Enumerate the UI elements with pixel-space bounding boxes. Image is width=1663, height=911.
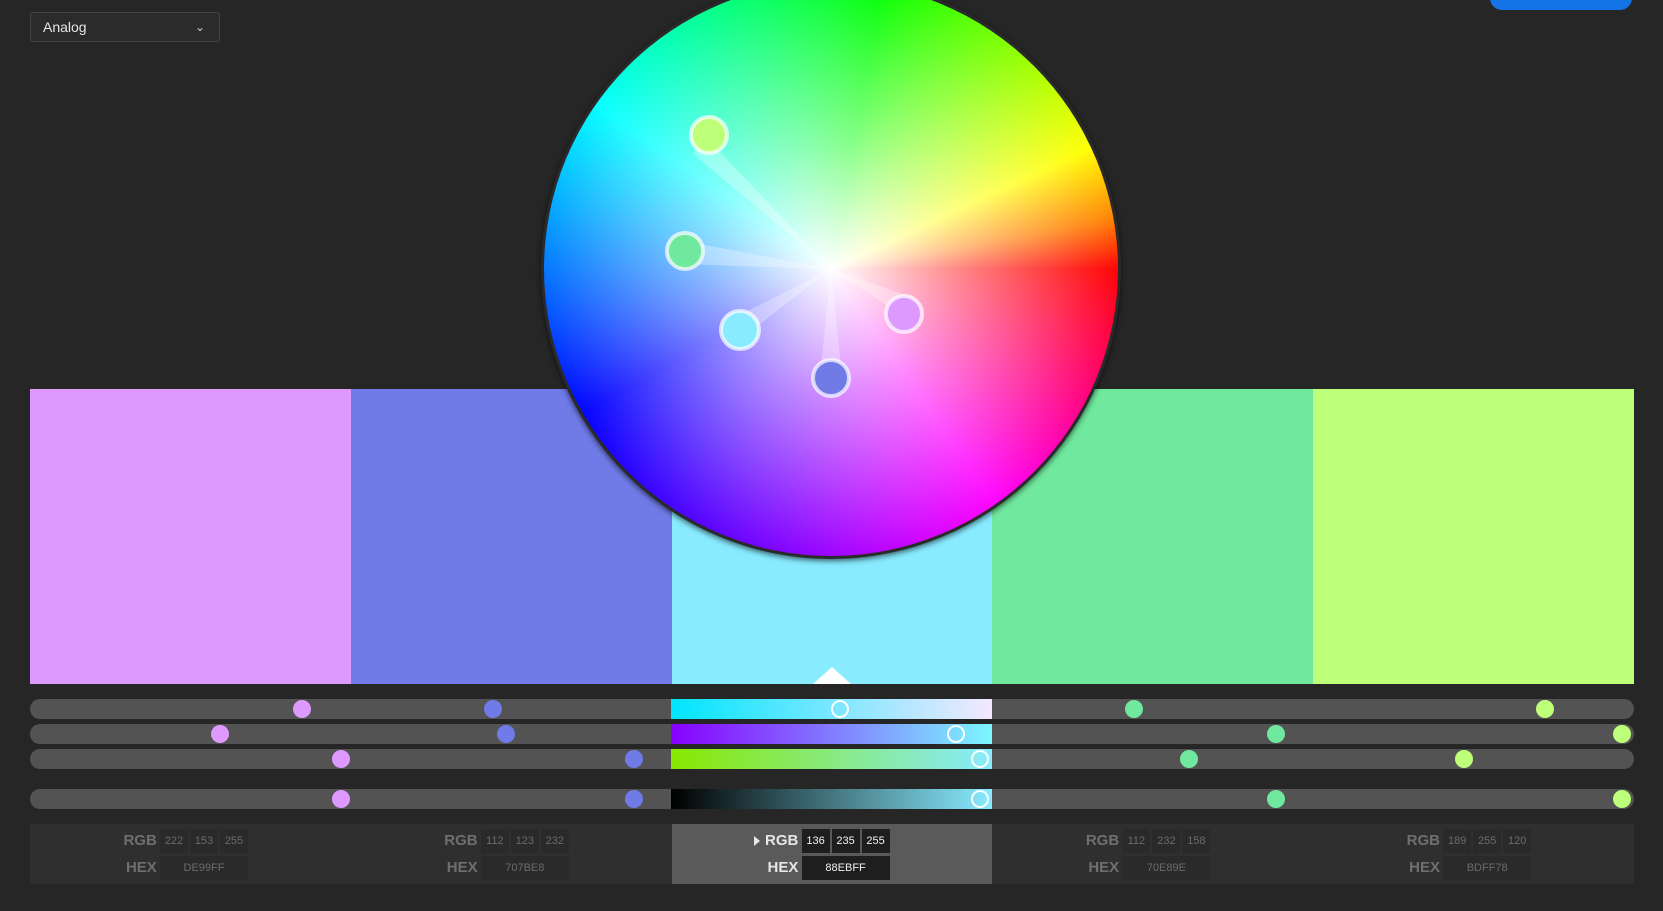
color-values-2: RGB 112 123 232 HEX 707BE8 — [351, 824, 672, 884]
slider-knob-1-5[interactable] — [1536, 700, 1554, 718]
rgb-label: RGB — [1085, 832, 1120, 849]
wheel-handle-1 — [689, 115, 729, 155]
r-field[interactable]: 136 — [801, 829, 830, 853]
wheel-handles — [665, 115, 924, 398]
b-field[interactable]: 232 — [540, 829, 569, 853]
play-triangle-icon[interactable] — [753, 836, 760, 846]
b-field[interactable]: 255 — [861, 829, 890, 853]
hex-field[interactable]: DE99FF — [160, 856, 248, 880]
wheel-handle-3 — [719, 309, 761, 351]
slider-knob-3-2[interactable] — [625, 750, 643, 768]
hex-label: HEX — [1409, 859, 1440, 876]
slider-knob-1-3[interactable] — [831, 700, 849, 718]
color-values-1: RGB 222 153 255 HEX DE99FF — [30, 824, 351, 884]
slider-knob-1-1[interactable] — [293, 700, 311, 718]
slider-knob-3-3[interactable] — [971, 750, 989, 768]
slider-knob-4-1[interactable] — [332, 790, 350, 808]
g-field[interactable]: 153 — [190, 829, 218, 853]
slider-knob-2-5[interactable] — [1613, 725, 1631, 743]
rgb-fields: 112 123 232 — [480, 829, 569, 853]
hex-label: HEX — [446, 859, 478, 876]
hex-field[interactable]: BDFF78 — [1443, 856, 1532, 880]
hex-field[interactable]: 707BE8 — [480, 856, 569, 880]
b-field[interactable]: 120 — [1503, 829, 1532, 853]
r-field[interactable]: 222 — [160, 829, 188, 853]
hex-label: HEX — [125, 859, 157, 876]
color-values-3: RGB 136 235 255 HEX 88EBFF — [671, 824, 993, 884]
active-slider-gradient-2 — [671, 724, 992, 744]
g-field[interactable]: 232 — [1152, 829, 1181, 853]
hex-field[interactable]: 70E89E — [1122, 856, 1211, 880]
slider-track-1[interactable] — [30, 699, 1634, 719]
rgb-fields: 189 255 120 — [1443, 829, 1532, 853]
rgb-label: RGB — [123, 832, 157, 849]
wheel-handle-5 — [884, 294, 924, 334]
slider-knob-3-4[interactable] — [1180, 750, 1198, 768]
wheel-handle-2 — [665, 231, 705, 271]
active-swatch-indicator — [812, 667, 851, 684]
rgb-label: RGB — [1406, 832, 1440, 849]
hex-label: HEX — [767, 859, 799, 876]
slider-track-2[interactable] — [30, 724, 1634, 744]
slider-track-brightness[interactable] — [30, 789, 1634, 809]
active-slider-gradient-brightness — [671, 789, 992, 809]
slider-knob-2-2[interactable] — [497, 725, 515, 743]
color-values-panel: RGB 222 153 255 HEX DE99FF RGB 112 123 2… — [30, 824, 1634, 884]
swatch-5[interactable] — [1313, 389, 1634, 684]
hex-field[interactable]: 88EBFF — [801, 856, 890, 880]
chevron-down-icon: ⌄ — [194, 20, 205, 34]
g-field[interactable]: 235 — [831, 829, 860, 853]
slider-knob-3-5[interactable] — [1455, 750, 1473, 768]
swatch-1[interactable] — [30, 389, 351, 684]
r-field[interactable]: 112 — [1122, 829, 1151, 853]
top-right-button[interactable] — [1490, 0, 1632, 10]
slider-knob-3-1[interactable] — [332, 750, 350, 768]
color-wheel[interactable] — [541, 0, 1121, 559]
slider-knob-4-5[interactable] — [1613, 790, 1631, 808]
color-values-5: RGB 189 255 120 HEX BDFF78 — [1313, 824, 1634, 884]
slider-knob-1-4[interactable] — [1125, 700, 1143, 718]
b-field[interactable]: 158 — [1182, 829, 1211, 853]
color-values-4: RGB 112 232 158 HEX 70E89E — [992, 824, 1313, 884]
hex-label: HEX — [1088, 859, 1120, 876]
slider-knob-2-1[interactable] — [211, 725, 229, 743]
g-field[interactable]: 123 — [510, 829, 539, 853]
harmony-rule-dropdown[interactable]: Analog ⌄ — [30, 12, 220, 42]
r-field[interactable]: 189 — [1443, 829, 1472, 853]
harmony-rule-value: Analog — [43, 19, 87, 35]
slider-knob-4-2[interactable] — [625, 790, 643, 808]
rgb-fields: 112 232 158 — [1122, 829, 1211, 853]
slider-knob-1-2[interactable] — [484, 700, 502, 718]
active-slider-gradient-3 — [671, 749, 992, 769]
rgb-label: RGB — [765, 832, 799, 849]
slider-knob-4-3[interactable] — [971, 790, 989, 808]
r-field[interactable]: 112 — [480, 829, 509, 853]
rgb-label: RGB — [444, 832, 478, 849]
slider-track-3[interactable] — [30, 749, 1634, 769]
wheel-handle-4 — [811, 358, 851, 398]
b-field[interactable]: 255 — [220, 829, 248, 853]
color-wheel-disc[interactable] — [544, 0, 1118, 556]
slider-knob-2-4[interactable] — [1267, 725, 1285, 743]
g-field[interactable]: 255 — [1473, 829, 1502, 853]
slider-knob-4-4[interactable] — [1267, 790, 1285, 808]
rgb-fields: 136 235 255 — [801, 829, 890, 853]
rgb-fields: 222 153 255 — [160, 829, 248, 853]
slider-knob-2-3[interactable] — [947, 725, 965, 743]
